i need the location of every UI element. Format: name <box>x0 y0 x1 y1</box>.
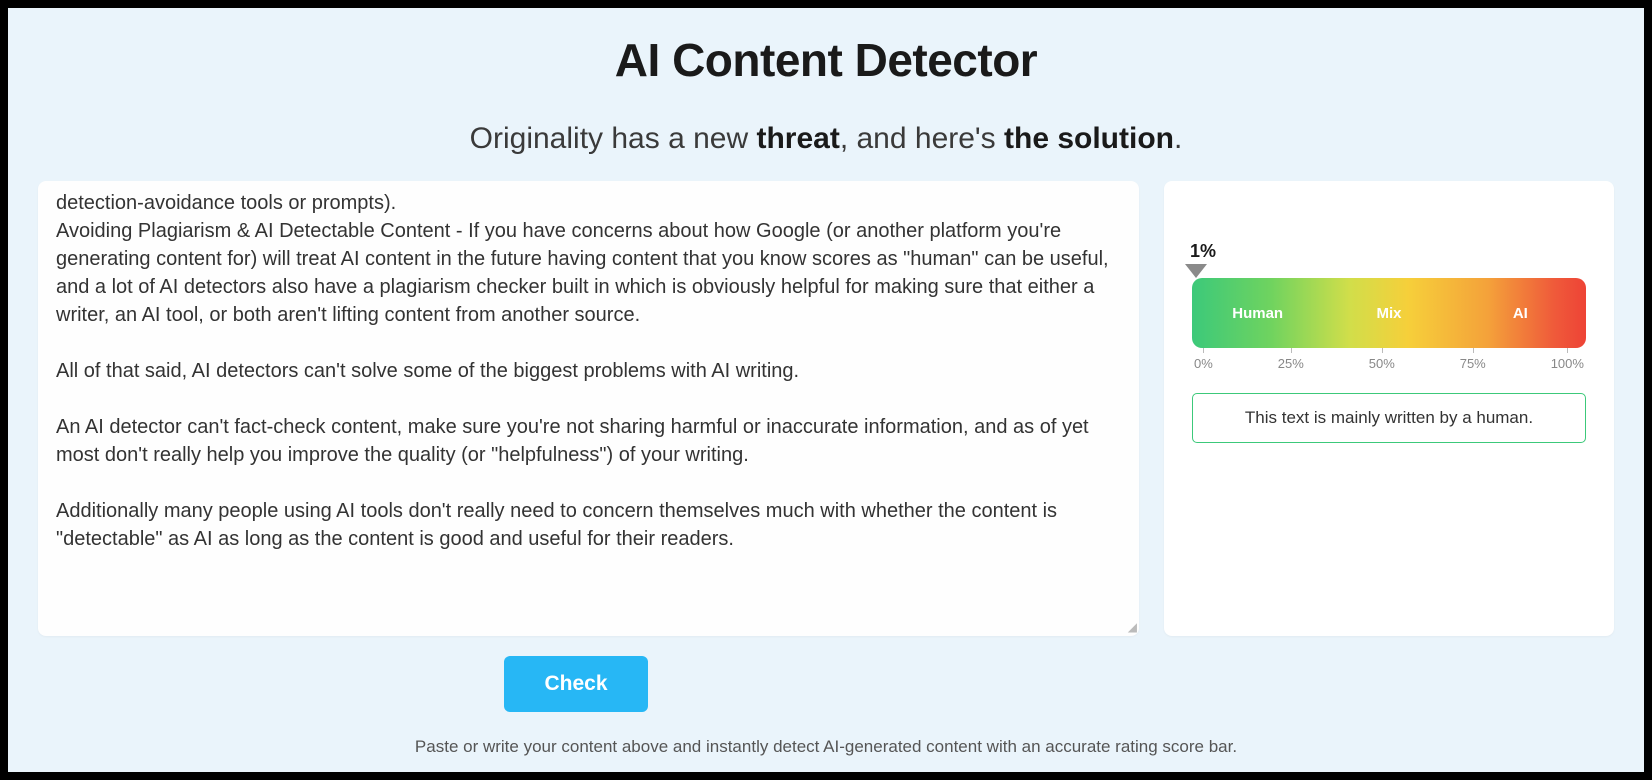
text-input-panel: detection-avoidance tools or prompts). A… <box>38 181 1139 636</box>
tick-75: 75% <box>1460 356 1486 371</box>
actions-row: Check <box>28 656 1624 712</box>
subtitle-part: Originality has a new <box>470 122 757 155</box>
page-title: AI Content Detector <box>28 33 1624 87</box>
score-percent-label: 1% <box>1190 241 1586 262</box>
hint-text: Paste or write your content above and in… <box>28 737 1624 757</box>
score-gradient-bar: Human Mix AI <box>1192 278 1586 348</box>
page-container: AI Content Detector Originality has a ne… <box>8 8 1644 772</box>
bar-label-mix: Mix <box>1323 305 1454 322</box>
subtitle-bold: threat <box>756 122 839 155</box>
tick-100: 100% <box>1551 356 1584 371</box>
subtitle-bold: the solution <box>1004 122 1174 155</box>
subtitle-part: , and here's <box>840 122 1004 155</box>
tick-25: 25% <box>1278 356 1304 371</box>
resize-handle-icon[interactable]: ◢ <box>1128 620 1137 634</box>
score-pointer-icon <box>1185 264 1207 278</box>
result-panel: 1% Human Mix AI 0% 25% 50% 75% 100% This… <box>1164 181 1614 636</box>
bar-label-human: Human <box>1192 305 1323 322</box>
content-textarea[interactable]: detection-avoidance tools or prompts). A… <box>56 189 1121 628</box>
subtitle-part: . <box>1174 122 1182 155</box>
tick-50: 50% <box>1369 356 1395 371</box>
page-subtitle: Originality has a new threat, and here's… <box>28 122 1624 156</box>
score-pointer-row <box>1192 264 1586 278</box>
main-row: detection-avoidance tools or prompts). A… <box>28 181 1624 636</box>
check-button[interactable]: Check <box>504 656 647 712</box>
tick-0: 0% <box>1194 356 1213 371</box>
score-tick-row: 0% 25% 50% 75% 100% <box>1192 356 1586 371</box>
bar-label-ai: AI <box>1455 305 1586 322</box>
result-message: This text is mainly written by a human. <box>1192 393 1586 443</box>
